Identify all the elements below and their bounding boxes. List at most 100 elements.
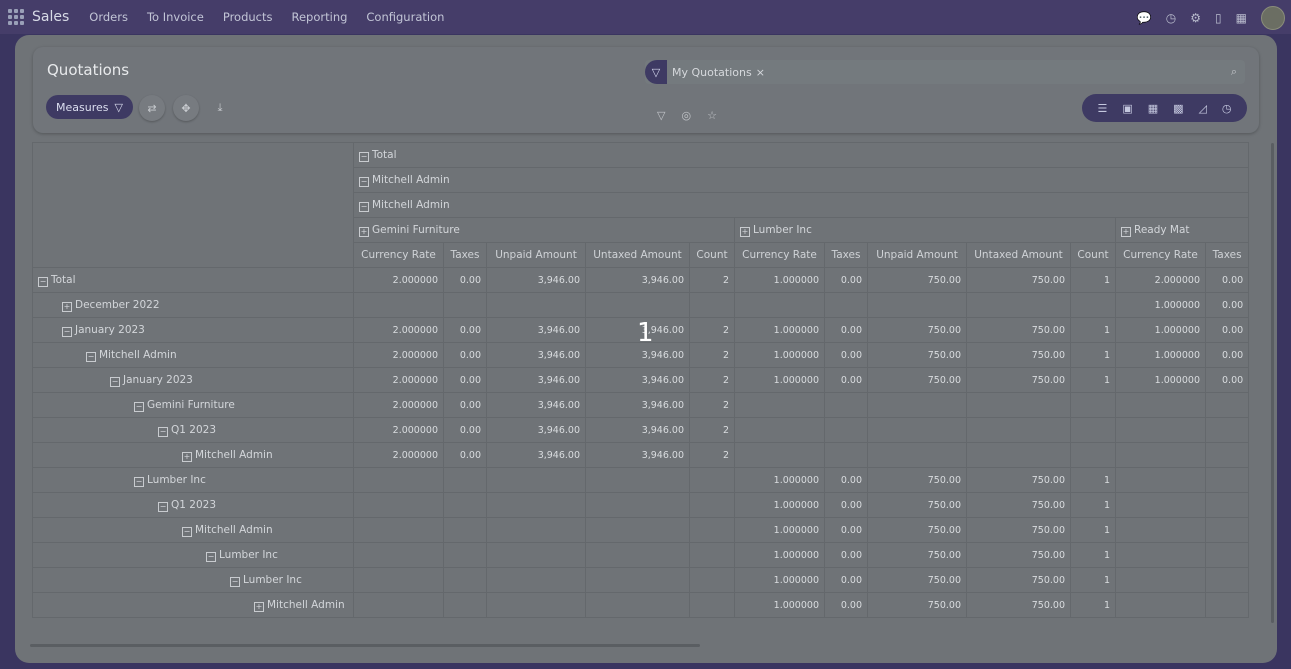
pivot-cell[interactable]: 2.000000 (353, 442, 444, 468)
pivot-cell[interactable]: 750.00 (867, 317, 967, 343)
pivot-cell[interactable]: 750.00 (966, 542, 1071, 568)
pivot-cell[interactable] (824, 417, 868, 443)
apps-menu-icon[interactable] (8, 9, 24, 25)
pivot-cell[interactable] (824, 292, 868, 318)
pivot-cell[interactable] (734, 392, 825, 418)
pivot-cell[interactable]: 0.00 (443, 342, 487, 368)
pivot-cell[interactable]: 2.000000 (353, 367, 444, 393)
user-avatar[interactable] (1261, 6, 1285, 30)
pivot-cell[interactable]: 1 (1070, 317, 1116, 343)
facet-remove-button[interactable]: × (756, 66, 765, 79)
pivot-cell[interactable] (1115, 567, 1206, 593)
pivot-cell[interactable] (486, 492, 586, 518)
pivot-cell[interactable] (824, 442, 868, 468)
pivot-cell[interactable] (867, 292, 967, 318)
col-header-group-ready-mat[interactable]: + Ready Mat (1114, 217, 1250, 243)
measure-header-currency-rate[interactable]: Currency Rate (353, 242, 444, 268)
pivot-cell[interactable] (689, 517, 735, 543)
pivot-cell[interactable] (353, 467, 444, 493)
expand-all-button[interactable]: ✥ (173, 95, 199, 121)
pivot-cell[interactable]: 1 (1070, 492, 1116, 518)
pivot-cell[interactable] (689, 292, 735, 318)
pivot-cell[interactable] (443, 467, 487, 493)
pivot-cell[interactable]: 3,946.00 (585, 392, 690, 418)
pivot-cell[interactable] (585, 517, 690, 543)
pivot-cell[interactable]: 3,946.00 (486, 417, 586, 443)
pivot-cell[interactable] (486, 592, 586, 618)
pivot-cell[interactable]: 0.00 (824, 492, 868, 518)
pivot-cell[interactable] (1204, 517, 1250, 543)
pivot-cell[interactable] (486, 467, 586, 493)
pivot-cell[interactable]: 2.000000 (353, 317, 444, 343)
pivot-cell[interactable] (443, 567, 487, 593)
pivot-cell[interactable] (443, 492, 487, 518)
pivot-cell[interactable]: 2.000000 (353, 267, 444, 293)
pivot-cell[interactable]: 0.00 (443, 267, 487, 293)
menu-orders[interactable]: Orders (89, 10, 128, 24)
pivot-cell[interactable] (1204, 392, 1250, 418)
pivot-cell[interactable]: 0.00 (824, 592, 868, 618)
pivot-cell[interactable]: 1 (1070, 367, 1116, 393)
tools-icon[interactable]: ⚙ (1190, 11, 1201, 25)
pivot-cell[interactable]: 0.00 (824, 342, 868, 368)
pivot-cell[interactable] (1115, 442, 1206, 468)
pivot-cell[interactable] (689, 592, 735, 618)
pivot-cell[interactable]: 1 (1070, 342, 1116, 368)
pivot-cell[interactable] (1115, 592, 1206, 618)
measure-header-taxes[interactable]: Taxes (443, 242, 487, 268)
phone-icon[interactable]: ▯ (1215, 11, 1222, 25)
pivot-cell[interactable]: 2 (689, 342, 735, 368)
pivot-cell[interactable] (353, 542, 444, 568)
pivot-cell[interactable]: 3,946.00 (486, 392, 586, 418)
pivot-cell[interactable]: 1.000000 (734, 317, 825, 343)
pivot-cell[interactable]: 1.000000 (1115, 367, 1206, 393)
pivot-cell[interactable] (353, 492, 444, 518)
pivot-cell[interactable]: 0.00 (824, 542, 868, 568)
pivot-cell[interactable] (966, 392, 1071, 418)
pivot-cell[interactable]: 3,946.00 (486, 267, 586, 293)
pivot-cell[interactable]: 0.00 (443, 367, 487, 393)
pivot-cell[interactable] (1070, 442, 1116, 468)
flip-axis-button[interactable]: ⇄ (139, 95, 165, 121)
pivot-cell[interactable] (486, 517, 586, 543)
pivot-cell[interactable] (689, 492, 735, 518)
pivot-cell[interactable] (824, 392, 868, 418)
download-button[interactable]: ⤓ (207, 95, 233, 121)
pivot-cell[interactable]: 750.00 (867, 517, 967, 543)
row-header[interactable]: + Mitchell Admin (32, 592, 354, 618)
pivot-cell[interactable]: 0.00 (1204, 342, 1250, 368)
pivot-cell[interactable] (689, 467, 735, 493)
pivot-cell[interactable] (585, 567, 690, 593)
pivot-cell[interactable] (1204, 567, 1250, 593)
pivot-cell[interactable] (1070, 292, 1116, 318)
row-header[interactable]: − Q1 2023 (32, 492, 354, 518)
pivot-cell[interactable]: 750.00 (867, 492, 967, 518)
col-header-group-lumber-inc[interactable]: + Lumber Inc (734, 217, 1116, 243)
pivot-cell[interactable]: 3,946.00 (585, 367, 690, 393)
kanban-view-icon[interactable]: ▣ (1122, 102, 1132, 115)
filters-icon[interactable]: ▽ (657, 109, 665, 122)
pivot-cell[interactable]: 3,946.00 (486, 367, 586, 393)
row-header[interactable]: − Gemini Furniture (32, 392, 354, 418)
pivot-cell[interactable] (353, 292, 444, 318)
row-header[interactable]: − January 2023 (32, 317, 354, 343)
measure-header-untaxed-amount[interactable]: Untaxed Amount (966, 242, 1071, 268)
pivot-cell[interactable]: 2 (689, 367, 735, 393)
pivot-cell[interactable] (1204, 542, 1250, 568)
pivot-cell[interactable]: 750.00 (867, 342, 967, 368)
measure-header-unpaid-amount[interactable]: Unpaid Amount (867, 242, 967, 268)
pivot-cell[interactable]: 1.000000 (1115, 292, 1206, 318)
menu-configuration[interactable]: Configuration (366, 10, 444, 24)
pivot-cell[interactable]: 3,946.00 (585, 267, 690, 293)
pivot-cell[interactable]: 2 (689, 392, 735, 418)
horizontal-scrollbar[interactable] (30, 644, 700, 647)
pivot-cell[interactable] (966, 417, 1071, 443)
pivot-cell[interactable]: 0.00 (824, 367, 868, 393)
row-header[interactable]: − Lumber Inc (32, 467, 354, 493)
pivot-cell[interactable]: 0.00 (1204, 267, 1250, 293)
activity-view-icon[interactable]: ◷ (1222, 102, 1232, 115)
pivot-cell[interactable] (585, 492, 690, 518)
pivot-cell[interactable]: 2 (689, 267, 735, 293)
group-by-icon[interactable]: ◎ (681, 109, 691, 122)
pivot-cell[interactable]: 750.00 (966, 567, 1071, 593)
